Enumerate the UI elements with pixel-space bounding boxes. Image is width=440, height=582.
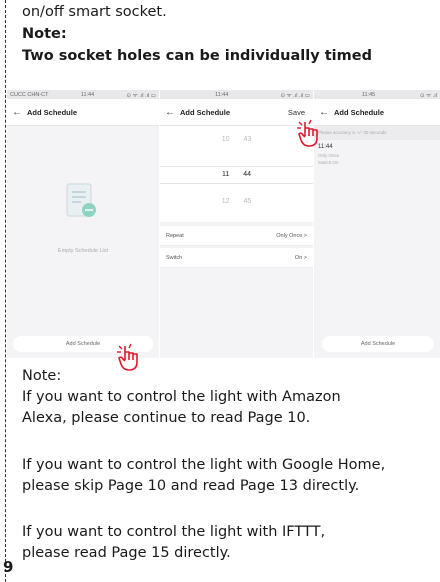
status-bar: 11:44 ⊙ ᯤ .ıl .ıl ▭ bbox=[160, 90, 313, 99]
time-picker[interactable]: 10 43 11 44 12 45 bbox=[160, 126, 313, 222]
empty-document-icon bbox=[66, 183, 96, 217]
intro-tail-text: on/off smart socket. bbox=[22, 4, 167, 20]
repeat-value: Only Once > bbox=[276, 232, 307, 239]
app-bar: ← Add Schedule bbox=[314, 99, 440, 126]
schedule-item-switch: Switch:On bbox=[318, 160, 339, 165]
note2-label: Note: bbox=[22, 368, 62, 384]
repeat-setting-row[interactable]: Repeat Only Once > bbox=[160, 226, 313, 246]
schedule-item-repeat: Only Once bbox=[318, 153, 340, 158]
screen-title: Add Schedule bbox=[180, 107, 231, 117]
status-icons: ⊙ ᯤ .ıl bbox=[420, 92, 437, 99]
back-arrow-icon[interactable]: ← bbox=[160, 107, 180, 118]
page-number: 9 bbox=[3, 558, 14, 576]
switch-value: On > bbox=[294, 254, 307, 261]
pointing-hand-icon bbox=[117, 343, 138, 371]
carrier-text: CUCC CHN-CT bbox=[10, 91, 49, 98]
picker-row-selected[interactable]: 11 44 bbox=[160, 166, 313, 184]
app-bar: ← Add Schedule Save bbox=[160, 99, 313, 126]
accuracy-banner: Please accuracy is +/- 30 seconds bbox=[314, 126, 440, 140]
switch-label: Switch bbox=[166, 254, 183, 261]
repeat-label: Repeat bbox=[166, 232, 184, 239]
app-bar: ← Add Schedule bbox=[7, 99, 159, 126]
dashed-margin-line bbox=[5, 0, 6, 582]
status-bar: 11:45 ⊙ ᯤ .ıl bbox=[314, 90, 440, 99]
pointing-hand-icon bbox=[297, 119, 318, 147]
ifttt-line-1: If you want to control the light with IF… bbox=[22, 524, 326, 540]
status-icons: ⊙ ᯤ .ıl .ıl ▭ bbox=[126, 92, 156, 99]
switch-setting-row[interactable]: Switch On > bbox=[160, 248, 313, 268]
add-schedule-button[interactable]: Add Schedule bbox=[322, 336, 434, 352]
picker-row[interactable]: 12 45 bbox=[160, 198, 313, 214]
screen-title: Add Schedule bbox=[334, 107, 385, 117]
save-button[interactable]: Save bbox=[288, 108, 305, 117]
status-time: 11:45 bbox=[361, 91, 376, 98]
google-line-2: please skip Page 10 and read Page 13 dir… bbox=[22, 478, 360, 494]
note-text: Two socket holes can be individually tim… bbox=[22, 48, 372, 64]
status-time: 11:44 bbox=[80, 91, 95, 98]
phone-screen-time-picker: 11:44 ⊙ ᯤ .ıl .ıl ▭ ← Add Schedule Save … bbox=[160, 90, 313, 358]
alexa-line-1: If you want to control the light with Am… bbox=[22, 389, 341, 405]
status-time: 11:44 bbox=[215, 91, 229, 98]
note-label: Note: bbox=[22, 26, 67, 42]
screenshots-strip: CUCC CHN-CT 11:44 ⊙ ᯤ .ıl .ıl ▭ ← Add Sc… bbox=[7, 90, 440, 371]
screen-title: Add Schedule bbox=[27, 107, 78, 117]
ifttt-line-2: please read Page 15 directly. bbox=[22, 545, 231, 561]
alexa-line-2: Alexa, please continue to read Page 10. bbox=[22, 410, 311, 426]
empty-schedule-text: Empty Schedule List bbox=[57, 248, 109, 254]
status-icons: ⊙ ᯤ .ıl .ıl ▭ bbox=[280, 92, 310, 99]
back-arrow-icon[interactable]: ← bbox=[7, 107, 27, 118]
picker-row[interactable]: 10 43 bbox=[160, 136, 313, 152]
phone-screen-schedule-list: 11:45 ⊙ ᯤ .ıl ← Add Schedule Please accu… bbox=[314, 90, 440, 358]
phone-screen-empty-list: CUCC CHN-CT 11:44 ⊙ ᯤ .ıl .ıl ▭ ← Add Sc… bbox=[7, 90, 159, 358]
google-line-1: If you want to control the light with Go… bbox=[22, 457, 386, 473]
back-arrow-icon[interactable]: ← bbox=[314, 107, 334, 118]
status-bar: CUCC CHN-CT 11:44 ⊙ ᯤ .ıl .ıl ▭ bbox=[7, 90, 159, 99]
